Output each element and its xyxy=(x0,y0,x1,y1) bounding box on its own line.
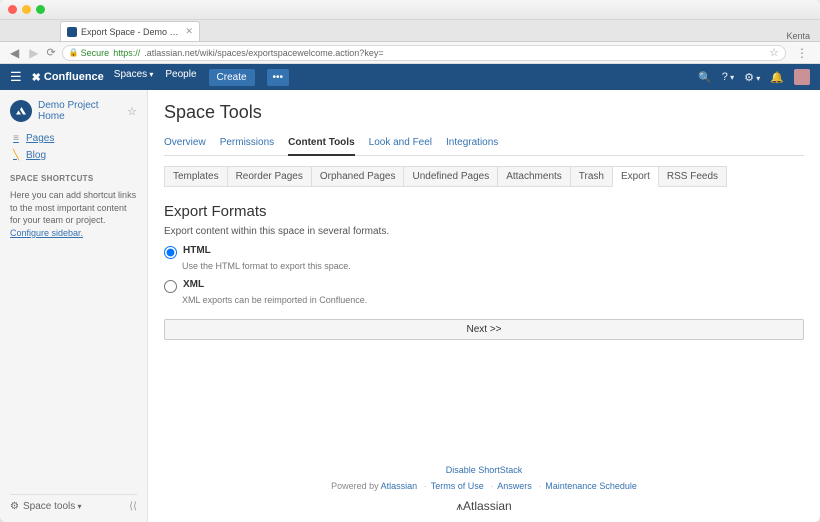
tab-favicon-icon xyxy=(67,27,77,37)
header-actions: 🔍 ? ⚙ 🔔 xyxy=(698,69,810,85)
gear-icon[interactable]: ⚙ xyxy=(744,71,760,84)
address-bar[interactable]: 🔒 Secure https:// .atlassian.net/wiki/sp… xyxy=(62,45,786,61)
browser-toolbar: ◀ ▶ ⟳ 🔒 Secure https:// .atlassian.net/w… xyxy=(0,42,820,64)
tab-title: Export Space - Demo Projec… xyxy=(81,27,181,37)
favorite-star-icon[interactable]: ☆ xyxy=(127,105,137,118)
url-path: .atlassian.net/wiki/spaces/exportspacewe… xyxy=(144,48,383,58)
subtab-templates[interactable]: Templates xyxy=(164,166,228,187)
minimize-window-icon[interactable] xyxy=(22,5,31,14)
rss-icon: ╲ xyxy=(10,150,22,161)
space-tools-tabs: Overview Permissions Content Tools Look … xyxy=(164,133,804,156)
app-header: ☰ ✖ Confluence Spaces People Create ••• … xyxy=(0,64,820,90)
tab-overview[interactable]: Overview xyxy=(164,133,206,155)
main-content: Space Tools Overview Permissions Content… xyxy=(148,90,820,522)
subtab-rss-feeds[interactable]: RSS Feeds xyxy=(658,166,727,187)
radio-html-desc: Use the HTML format to export this space… xyxy=(182,261,804,271)
sidebar-item-blog[interactable]: ╲ Blog xyxy=(10,147,137,164)
browser-menu-icon[interactable]: ⋮ xyxy=(792,46,812,60)
reload-button[interactable]: ⟳ xyxy=(46,46,55,59)
atlassian-brand: ⩚Atlassian xyxy=(164,499,804,514)
subtab-attachments[interactable]: Attachments xyxy=(497,166,571,187)
footer-atlassian-link[interactable]: Atlassian xyxy=(381,481,418,491)
radio-xml-label: XML xyxy=(183,279,204,290)
collapse-sidebar-icon[interactable]: ⟨⟨ xyxy=(129,501,137,512)
back-button[interactable]: ◀ xyxy=(8,46,21,60)
notifications-icon[interactable]: 🔔 xyxy=(770,71,784,84)
radio-xml-desc: XML exports can be reimported in Conflue… xyxy=(182,295,804,305)
header-nav: Spaces People Create ••• xyxy=(114,69,289,86)
gear-icon: ⚙ xyxy=(10,501,19,512)
configure-sidebar-link[interactable]: Configure sidebar. xyxy=(10,228,83,238)
shortcuts-heading: SPACE SHORTCUTS xyxy=(10,174,137,183)
app-menu-icon[interactable]: ☰ xyxy=(10,69,22,85)
disable-shortstack-link[interactable]: Disable ShortStack xyxy=(446,465,523,475)
subtab-reorder-pages[interactable]: Reorder Pages xyxy=(227,166,312,187)
nav-people[interactable]: People xyxy=(165,69,196,86)
subtab-undefined-pages[interactable]: Undefined Pages xyxy=(403,166,498,187)
secure-badge: 🔒 Secure xyxy=(69,48,110,58)
browser-window: Export Space - Demo Projec… ✕ Kenta ◀ ▶ … xyxy=(0,0,820,522)
window-titlebar xyxy=(0,0,820,20)
user-avatar[interactable] xyxy=(794,69,810,85)
help-icon[interactable]: ? xyxy=(722,71,734,83)
tab-integrations[interactable]: Integrations xyxy=(446,133,498,155)
fullscreen-window-icon[interactable] xyxy=(36,5,45,14)
radio-html[interactable] xyxy=(164,246,177,259)
tab-look-and-feel[interactable]: Look and Feel xyxy=(369,133,432,155)
search-icon[interactable]: 🔍 xyxy=(698,71,712,84)
close-window-icon[interactable] xyxy=(8,5,17,14)
pages-icon: ≡ xyxy=(10,133,22,144)
profile-name: Kenta xyxy=(786,31,820,41)
tab-content-tools[interactable]: Content Tools xyxy=(288,133,354,156)
bookmark-star-icon[interactable]: ☆ xyxy=(769,46,779,59)
space-avatar-icon xyxy=(10,100,32,122)
app-logo[interactable]: ✖ Confluence xyxy=(32,71,104,84)
sidebar-footer[interactable]: ⚙ Space tools ⟨⟨ xyxy=(10,494,137,512)
tab-permissions[interactable]: Permissions xyxy=(220,133,274,155)
radio-html-label: HTML xyxy=(183,245,211,256)
footer-maintenance-link[interactable]: Maintenance Schedule xyxy=(545,481,637,491)
workarea: Demo Project Home ☆ ≡ Pages ╲ Blog SPACE… xyxy=(0,90,820,522)
browser-tabstrip: Export Space - Demo Projec… ✕ Kenta xyxy=(0,20,820,42)
sidebar-item-pages[interactable]: ≡ Pages xyxy=(10,130,137,147)
create-button[interactable]: Create xyxy=(209,69,255,86)
close-tab-icon[interactable]: ✕ xyxy=(185,26,193,37)
sidebar: Demo Project Home ☆ ≡ Pages ╲ Blog SPACE… xyxy=(0,90,148,522)
space-header[interactable]: Demo Project Home ☆ xyxy=(10,100,137,122)
subtab-orphaned-pages[interactable]: Orphaned Pages xyxy=(311,166,405,187)
content-tools-subtabs: Templates Reorder Pages Orphaned Pages U… xyxy=(164,166,804,187)
url-protocol: https:// xyxy=(113,48,140,58)
export-option-html[interactable]: HTML xyxy=(164,245,804,259)
shortcuts-help: Here you can add shortcut links to the m… xyxy=(10,189,137,239)
confluence-icon: ✖ xyxy=(32,71,41,84)
page-footer: Disable ShortStack Powered by Atlassian … xyxy=(164,441,804,514)
footer-terms-link[interactable]: Terms of Use xyxy=(431,481,484,491)
next-button[interactable]: Next >> xyxy=(164,319,804,340)
traffic-lights xyxy=(8,5,45,14)
section-title: Export Formats xyxy=(164,203,804,220)
create-more-button[interactable]: ••• xyxy=(267,69,290,86)
nav-spaces[interactable]: Spaces xyxy=(114,69,154,86)
section-description: Export content within this space in seve… xyxy=(164,226,804,237)
lock-icon: 🔒 xyxy=(69,48,79,57)
radio-xml[interactable] xyxy=(164,280,177,293)
page-title: Space Tools xyxy=(164,102,804,123)
browser-tab[interactable]: Export Space - Demo Projec… ✕ xyxy=(60,21,200,41)
export-option-xml[interactable]: XML xyxy=(164,279,804,293)
forward-button[interactable]: ▶ xyxy=(27,46,40,60)
subtab-trash[interactable]: Trash xyxy=(570,166,613,187)
footer-answers-link[interactable]: Answers xyxy=(497,481,532,491)
atlassian-logo-icon: ⩚ xyxy=(456,499,463,513)
subtab-export[interactable]: Export xyxy=(612,166,659,187)
space-name: Demo Project Home xyxy=(38,100,121,122)
